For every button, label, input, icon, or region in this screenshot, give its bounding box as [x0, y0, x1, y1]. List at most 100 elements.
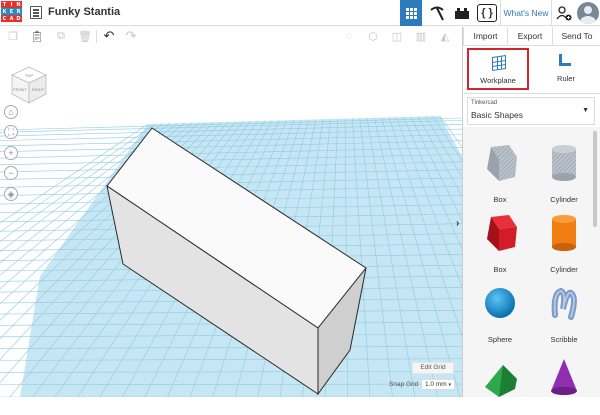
perspective-icon: ◈ — [7, 188, 15, 199]
logo-letter: R — [15, 8, 22, 15]
ruler-label: Ruler — [557, 74, 575, 83]
export-actions: Import Export Send To — [463, 27, 600, 46]
send-to-button[interactable]: Send To — [552, 27, 600, 46]
shape-label: Scribble — [550, 335, 578, 344]
fit-icon: ⛶ — [7, 126, 15, 137]
align-icon: ▥ — [415, 30, 427, 43]
roof-green-icon — [485, 365, 517, 397]
cube-top-label: TOP — [25, 73, 33, 78]
logo-letter: D — [15, 15, 22, 22]
shape-tile[interactable]: Scribble — [533, 279, 595, 345]
lightbulb-icon: ◌ — [345, 30, 353, 42]
shape-label: Sphere — [487, 335, 513, 344]
group-icon: ⬡ — [368, 30, 378, 43]
undo-icon: ↶ — [103, 28, 115, 43]
copy-button[interactable]: ❐ — [6, 29, 20, 43]
ruler-button[interactable]: Ruler — [535, 48, 597, 90]
library-name: Basic Shapes — [471, 110, 523, 120]
grid-icon — [405, 7, 417, 19]
design-title[interactable]: Funky Stantia — [48, 6, 120, 18]
home-icon: ⌂ — [8, 106, 14, 117]
edit-grid-button[interactable]: Edit Grid — [412, 362, 454, 374]
zoom-out-button[interactable]: − — [4, 166, 18, 180]
shape-label: Box — [493, 265, 507, 274]
shape-tile[interactable]: Cylinder — [533, 139, 595, 205]
shape-tile[interactable]: Box — [469, 139, 531, 205]
snap-grid-select[interactable]: 1.0 mm ▾ — [421, 379, 455, 390]
perspective-button[interactable]: ◈ — [4, 187, 18, 201]
box-red-icon — [487, 215, 517, 251]
ungroup-icon: ◫ — [391, 30, 403, 43]
zoom-in-button[interactable]: + — [4, 146, 18, 160]
user-avatar[interactable] — [577, 2, 599, 24]
ungroup-button[interactable]: ◫ — [390, 29, 404, 43]
shape-tile[interactable] — [469, 349, 531, 415]
home-view-button[interactable]: ⌂ — [4, 105, 18, 119]
shape-library-select[interactable]: Tinkercad Basic Shapes ▼ — [467, 97, 595, 125]
design-list-icon[interactable] — [30, 6, 42, 19]
add-user-icon — [556, 6, 572, 21]
ruler-icon — [559, 54, 571, 66]
cube-front-label: FRONT — [13, 87, 27, 92]
pickaxe-icon — [430, 6, 444, 21]
add-user-button[interactable] — [554, 0, 574, 26]
shape-tile[interactable]: Sphere — [469, 279, 531, 345]
whats-new-link[interactable]: What's New — [503, 0, 549, 26]
cylinder-orange-icon — [552, 215, 576, 251]
codeblocks-button[interactable]: { } — [477, 4, 497, 22]
paste-button[interactable]: 📋︎ — [30, 29, 44, 43]
brick-icon — [455, 8, 469, 19]
library-brand: Tinkercad — [471, 100, 498, 106]
cone-purple-icon — [551, 359, 577, 395]
snap-grid-value: 1.0 mm — [425, 381, 447, 388]
logo-letter: K — [1, 8, 8, 15]
logo-letter: I — [8, 1, 15, 8]
logo-letter: E — [8, 8, 15, 15]
collapse-panel-chevron-icon[interactable]: › — [456, 218, 459, 229]
divider — [500, 0, 501, 26]
3d-view-button[interactable] — [400, 0, 422, 26]
redo-button[interactable]: ↷ — [124, 28, 138, 43]
cylinder-striped-icon — [552, 145, 576, 181]
notes-button[interactable]: ◌ — [342, 29, 356, 43]
workplane-label: Workplane — [480, 76, 516, 85]
box-striped-icon — [487, 145, 517, 181]
import-button[interactable]: Import — [463, 27, 507, 46]
snap-grid-label: Snap Grid — [389, 381, 419, 388]
caret-down-icon: ▼ — [582, 107, 589, 114]
shape-tile[interactable]: Cylinder — [533, 209, 595, 275]
shape-label: Cylinder — [550, 195, 578, 204]
undo-button[interactable]: ↶ — [102, 28, 116, 43]
shape-label: Cylinder — [550, 265, 578, 274]
duplicate-button[interactable]: ⧉ — [54, 29, 68, 43]
view-cube[interactable]: TOP FRONT RIGHT — [8, 64, 50, 106]
mirror-button[interactable]: ◭ — [438, 29, 452, 43]
shape-tile[interactable]: Box — [469, 209, 531, 275]
plus-icon: + — [8, 147, 14, 158]
bricks-view-button[interactable] — [452, 0, 472, 26]
mirror-icon: ◭ — [440, 30, 450, 43]
paste-icon: 📋︎ — [30, 30, 44, 43]
fit-view-button[interactable]: ⛶ — [4, 125, 18, 139]
minus-icon: − — [8, 167, 14, 178]
delete-button[interactable]: 🗑︎ — [78, 29, 92, 43]
cube-right-label: RIGHT — [32, 87, 45, 92]
duplicate-icon: ⧉ — [57, 29, 65, 42]
logo-letter: T — [1, 1, 8, 8]
workplane-icon — [492, 55, 506, 71]
3d-viewport[interactable]: TOP FRONT RIGHT ⌂ ⛶ + − ◈ › Edit Grid Sn… — [0, 46, 462, 397]
shape-tile[interactable] — [533, 349, 595, 415]
blocks-view-button[interactable] — [426, 0, 448, 26]
align-button[interactable]: ▥ — [414, 29, 428, 43]
redo-icon: ↷ — [125, 28, 137, 43]
sphere-blue-icon — [485, 288, 515, 318]
logo-letter: N — [15, 1, 22, 8]
workplane-button[interactable]: Workplane — [467, 48, 529, 90]
tinkercad-logo[interactable]: TINKERCAD — [1, 1, 23, 23]
right-panel: Import Export Send To Workplane Ruler Ti… — [462, 27, 600, 397]
scribble-icon — [551, 287, 577, 320]
group-button[interactable]: ⬡ — [366, 29, 380, 43]
export-button[interactable]: Export — [507, 27, 552, 46]
divider — [551, 0, 552, 26]
edit-toolbar: ❐ 📋︎ ⧉ 🗑︎ ↶ ↷ ◌ ⬡ ◫ ▥ ◭ — [0, 27, 462, 46]
